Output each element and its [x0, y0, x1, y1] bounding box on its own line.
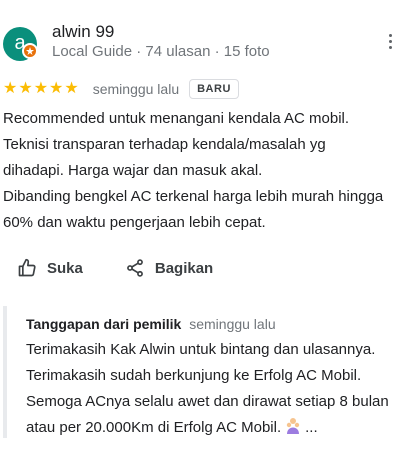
star-icon: ★ [49, 80, 64, 97]
owner-response-line: atau per 20.000Km di Erfolg AC Mobil. [26, 419, 282, 436]
star-icon: ★ [3, 80, 18, 97]
share-label: Bagikan [154, 259, 214, 277]
owner-response-line-last: atau per 20.000Km di Erfolg AC Mobil.... [26, 415, 400, 444]
review-actions: Suka Bagikan [17, 256, 255, 280]
like-label: Suka [47, 259, 83, 277]
owner-response-line: Semoga ACnya selalu awet dan dirawat set… [26, 393, 389, 410]
thumbs-up-icon [18, 258, 36, 277]
owner-response-line: Terimakasih Kak Alwin untuk bintang dan … [26, 341, 376, 358]
owner-response-line: Terimakasih sudah berkunjung ke Erfolg A… [26, 367, 362, 384]
star-rating: ★ ★ ★ ★ ★ [3, 80, 80, 98]
owner-response-time: seminggu lalu [189, 316, 276, 332]
read-more-ellipsis[interactable]: ... [305, 419, 318, 436]
review-time: seminggu lalu [92, 81, 180, 97]
review-line: Recommended untuk menangani kendala AC m… [3, 110, 350, 127]
share-button[interactable]: Bagikan [125, 258, 213, 278]
star-icon: ★ [18, 80, 33, 97]
like-button[interactable]: Suka [17, 258, 83, 278]
owner-response-text: Terimakasih Kak Alwin untuk bintang dan … [26, 337, 400, 444]
new-badge: BARU [189, 79, 239, 99]
owner-response: Tanggapan dari pemilik seminggu lalu Ter… [3, 306, 400, 438]
review-line: 60% dan waktu pengerjaan lebih cepat. [3, 214, 266, 231]
rating-row: ★ ★ ★ ★ ★ seminggu lalu BARU [3, 78, 239, 100]
star-icon: ★ [33, 80, 49, 97]
review-line: dihadapi. Harga wajar dan masuk akal. [3, 162, 263, 179]
owner-response-title: Tanggapan dari pemilik [26, 316, 182, 332]
review-line: Teknisi transparan terhadap kendala/masa… [3, 136, 326, 153]
star-icon: ★ [64, 80, 79, 97]
review-header: a alwin 99 Local Guide · 74 ulasan · 15 … [0, 0, 400, 72]
share-icon [126, 259, 143, 277]
people-emoji-icon [284, 417, 302, 444]
review-text: Recommended untuk menangani kendala AC m… [3, 106, 400, 236]
owner-response-header: Tanggapan dari pemilik seminggu lalu [26, 316, 276, 332]
reviewer-meta: Local Guide · 74 ulasan · 15 foto [52, 43, 270, 60]
local-guide-badge-icon [22, 43, 38, 59]
review-line: Dibanding bengkel AC terkenal harga lebi… [3, 188, 384, 205]
more-options-icon[interactable] [384, 32, 396, 56]
reviewer-name[interactable]: alwin 99 [52, 22, 114, 42]
